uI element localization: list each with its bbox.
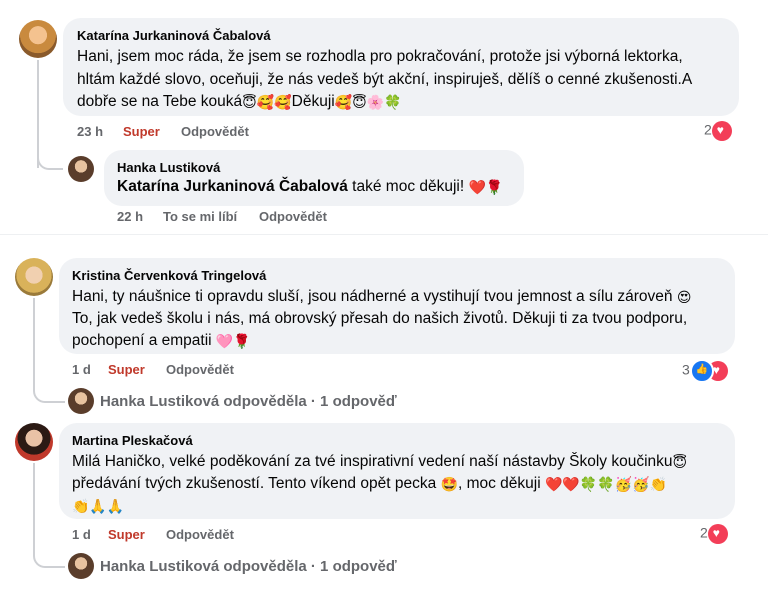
avatar-hanka[interactable] [68,553,94,579]
avatar-hanka[interactable] [68,156,94,182]
heart-eyes-emoji: 😍 [676,288,692,305]
avatar-katarina[interactable] [19,20,57,58]
avatar-martina[interactable] [15,423,53,461]
reply-button[interactable]: Odpovědět [166,362,234,377]
comment-time[interactable]: 1 d [72,362,91,377]
view-replies-link[interactable]: Hanka Lustiková odpověděla · 1 odpověď [100,558,397,575]
comment-text-line-2: To, jak vedeš školu i nás, má obrovský p… [72,310,688,327]
view-replies-link[interactable]: Hanka Lustiková odpověděla · 1 odpověď [100,393,397,410]
heart-rose-emoji: ❤️🌹 [468,178,504,195]
comment-text-line-2: hltám každé slovo, oceňuji, že nás vedeš… [77,71,693,88]
thread-connector [33,548,65,568]
comment-author[interactable]: Martina Pleskačová [72,433,193,448]
smile-halo-emoji: 😇🥰🥰 [242,93,292,110]
comment-author[interactable]: Kristina Červenková Tringelová [72,268,266,283]
clap-pray-emoji: 👏🙏🙏 [72,497,125,514]
avatar-hanka[interactable] [68,388,94,414]
divider [0,234,768,235]
reply-button[interactable]: Odpovědět [166,527,234,542]
thread-connector [33,383,65,403]
reaction-super-button[interactable]: Super [108,362,145,377]
comment-text-line-1: Hani, jsem moc ráda, že jsem se rozhodla… [77,48,683,65]
heart-rose-emoji: 🩷🌹 [215,332,251,349]
avatar-kristina[interactable] [15,258,53,296]
reply-button[interactable]: Odpovědět [259,209,327,224]
reaction-super-button[interactable]: Super [108,527,145,542]
like-button[interactable]: To se mi líbí [163,209,237,224]
thread-line [33,298,35,384]
reaction-count[interactable]: 2 [700,524,728,544]
mention-link[interactable]: Katarína Jurkaninová Čabalová [117,178,348,195]
comment-text-line-1: Hani, ty náušnice ti opravdu sluší, jsou… [72,288,692,305]
emoji-group: 🥰😇🌸🍀 [334,93,402,110]
emoji-group: ❤️❤️🍀🍀🥳🥳👏 [544,475,667,492]
reply-text: Katarína Jurkaninová Čabalová také moc d… [117,178,504,195]
reaction-super-button[interactable]: Super [123,124,160,139]
star-struck-emoji: 🤩 [440,475,458,492]
reaction-count[interactable]: 2 [704,121,732,141]
comment-text-line-3: dobře se na Tebe kouká😇🥰🥰Děkuji🥰😇🌸🍀 [77,93,402,110]
heart-reaction-icon [711,121,732,141]
reply-time[interactable]: 22 h [117,209,143,224]
comment-text-line-3: pochopení a empatii 🩷🌹 [72,332,251,349]
comment-text-line-2: předávání tvých zkušeností. Tento víkend… [72,475,667,492]
thread-line [33,463,35,549]
reply-button[interactable]: Odpovědět [181,124,249,139]
reaction-count[interactable]: 3 [682,359,728,383]
comment-time[interactable]: 1 d [72,527,91,542]
smile-emoji: 😇 [672,453,688,470]
comment-author[interactable]: Katarína Jurkaninová Čabalová [77,28,271,43]
comment-time[interactable]: 23 h [77,124,103,139]
comment-text-line-3: 👏🙏🙏 [72,495,124,517]
like-reaction-icon [689,359,714,383]
thread-connector [37,150,63,170]
comment-text-line-1: Milá Haničko, velké poděkování za tvé in… [72,453,688,470]
heart-reaction-icon [707,524,728,544]
reply-author[interactable]: Hanka Lustiková [117,160,220,175]
